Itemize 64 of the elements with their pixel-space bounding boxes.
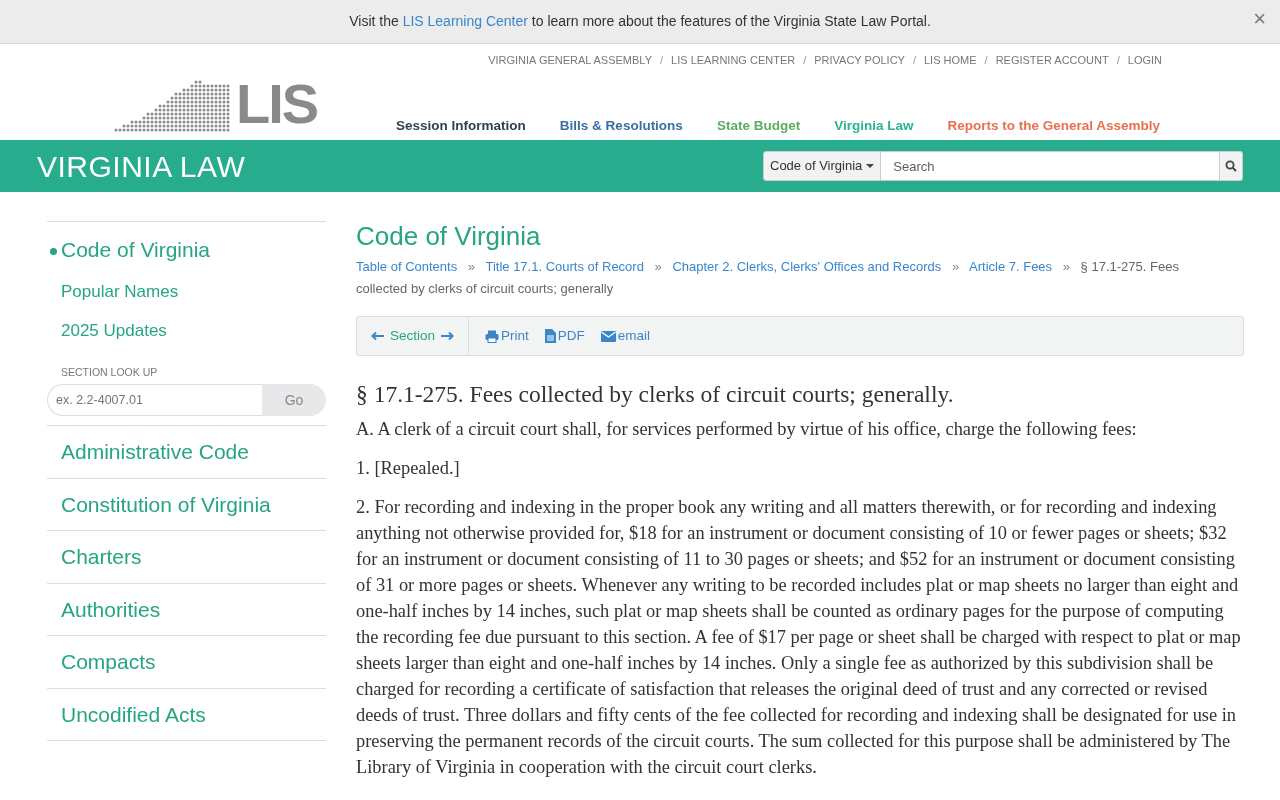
- law-paragraph: 2. For recording and indexing in the proper book any writing and all matters therewith, or for recording and indexing anything not otherwise provided for, $18 for an instrument or document consisting of 10 or fewer pages or sheets; $32 for an instrument or document consisting of 11 to 30 pages or sheets; and $52 for an instrument or document consisting of 31 or more pages or sheets. Whenever any writing to be recorded includes plat or map sheets no larger than eight and one-half inches by 14 inches, such plat or map sheets shall be counted as ordinary pages for the purpose of computing the recording fee due pursuant to this section. A fee of $17 per page or sheet shall be charged with respect to plat or map sheets larger than eight and one-half inches by 14 inches. Only a single fee as authorized by this subdivision shall be charged for recording a certificate of satisfaction that releases the original deed of trust and any corrected or revised deeds of trust. Three dollars and fifty cents of the fee collected for recording and indexing shall be designated for use in preserving the permanent records of the circuit courts. The sum collected for this purpose shall be administered by The Library of Virginia in cooperation with the circuit court clerks.: [356, 496, 1242, 780]
- law-paragraph: A. A clerk of a circuit court shall, for services performed by virtue of his office, charge the following fees:: [356, 418, 1138, 442]
- selected-dot: [50, 247, 57, 255]
- search-icon: [1224, 160, 1237, 172]
- law-paragraph: 1. [Repealed.]: [356, 457, 461, 481]
- breadcrumb-separator: »: [654, 259, 662, 275]
- main-nav-link[interactable]: Reports to the General Assembly: [947, 115, 1160, 136]
- lookup-label: SECTION LOOK UP: [60, 364, 159, 380]
- main-nav-link[interactable]: State Budget: [716, 115, 801, 136]
- lookup-field[interactable]: ex. 2.2-4007.01: [47, 384, 262, 417]
- sidebar-item[interactable]: Charters: [47, 530, 326, 583]
- link-separator: /: [912, 53, 916, 68]
- sidebar-item[interactable]: Administrative Code: [47, 425, 326, 478]
- scope-dropdown[interactable]: Code of Virginia: [763, 151, 882, 181]
- breadcrumb-separator: »: [1062, 259, 1070, 275]
- breadcrumb-separator: »: [467, 259, 476, 275]
- sidebar-subitem[interactable]: Popular Names: [47, 271, 326, 311]
- link-separator: /: [984, 53, 988, 68]
- print-link[interactable]: Print: [485, 326, 529, 347]
- banner-message: Visit the LIS Learning Center to learn more about the features of the Virginia State Law Portal.: [349, 12, 931, 31]
- section-title: VIRGINIA LAW: [37, 148, 246, 185]
- section-heading: § 17.1-275. Fees collected by clerks of circuit courts; generally.: [356, 380, 955, 409]
- caret-icon: [866, 164, 875, 168]
- link-separator: /: [803, 53, 807, 68]
- top-nav-link[interactable]: PRIVACY POLICY: [814, 52, 905, 69]
- printer-icon: [485, 329, 500, 343]
- link-separator: /: [1116, 53, 1120, 68]
- sidebar-item[interactable]: Compacts: [47, 635, 326, 688]
- email-link[interactable]: email: [600, 326, 651, 347]
- left-arrow-icon: [371, 331, 385, 342]
- sidebar-subitem[interactable]: 2025 Updates: [47, 311, 326, 351]
- main-nav-link[interactable]: Session Information: [396, 115, 526, 136]
- right-arrow-icon: [440, 331, 455, 342]
- sidebar-item[interactable]: Authorities: [47, 582, 326, 636]
- document-icon: [544, 329, 556, 344]
- top-nav-link[interactable]: LOGIN: [1127, 52, 1162, 69]
- learning-center-link[interactable]: LIS Learning Center: [402, 13, 528, 29]
- sidebar-item[interactable]: Constitution of Virginia: [47, 477, 326, 531]
- link-separator: /: [660, 53, 664, 68]
- section-nav-button[interactable]: Section: [371, 326, 455, 347]
- breadcrumb-current: collected by clerks of circuit courts; generally: [356, 281, 614, 297]
- page-heading: Code of Virginia: [356, 221, 542, 253]
- logo-text: LIS: [236, 76, 318, 132]
- breadcrumb-current: § 17.1-275. Fees: [1080, 259, 1179, 275]
- search-field[interactable]: Search: [881, 151, 1220, 181]
- top-nav-link[interactable]: VIRGINIA GENERAL ASSEMBLY: [488, 52, 652, 69]
- sidebar-item[interactable]: Code of Virginia: [47, 221, 326, 272]
- top-nav-link[interactable]: LIS LEARNING CENTER: [671, 52, 796, 69]
- breadcrumb-link[interactable]: Table of Contents: [356, 259, 458, 275]
- main-nav-link[interactable]: Bills & Resolutions: [559, 115, 683, 136]
- breadcrumb-separator: »: [951, 259, 960, 275]
- top-nav-link[interactable]: LIS HOME: [924, 52, 977, 69]
- go-button[interactable]: Go: [262, 384, 326, 417]
- close-button[interactable]: ×: [1249, 6, 1270, 32]
- search-button[interactable]: [1219, 151, 1243, 181]
- sidebar-item[interactable]: Uncodified Acts: [47, 687, 326, 741]
- breadcrumb-link[interactable]: Title 17.1. Courts of Record: [485, 259, 644, 275]
- virginia-map-icon: [114, 78, 232, 132]
- breadcrumb-link[interactable]: Article 7. Fees: [969, 259, 1053, 275]
- top-nav-link[interactable]: REGISTER ACCOUNT: [995, 52, 1109, 69]
- breadcrumb-link[interactable]: Chapter 2. Clerks, Clerks' Offices and Records: [672, 259, 942, 275]
- main-nav-link[interactable]: Virginia Law: [834, 115, 914, 136]
- envelope-icon: [600, 330, 616, 342]
- pdf-link[interactable]: PDF: [544, 326, 585, 347]
